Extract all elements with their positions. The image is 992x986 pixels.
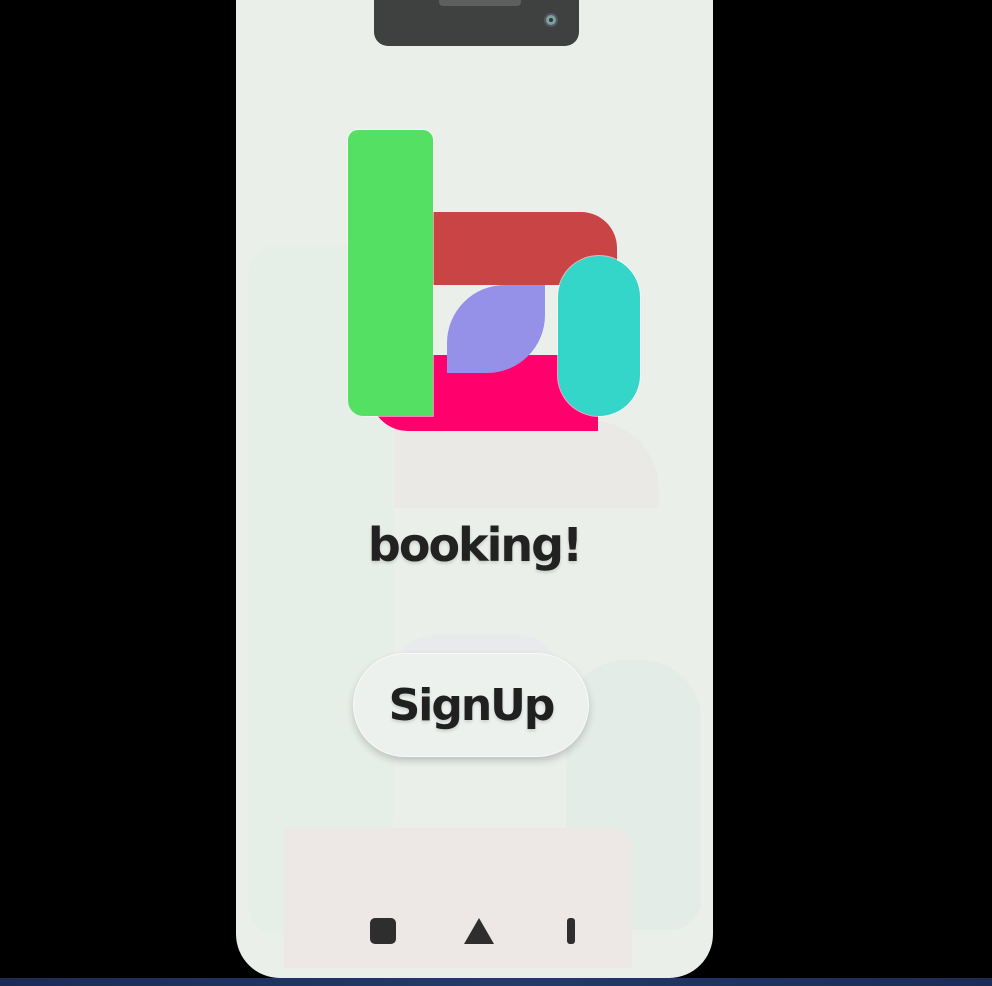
phone-screen: booking! SignUp xyxy=(236,0,713,978)
signup-button[interactable]: SignUp xyxy=(353,653,589,757)
logo-teal-shape xyxy=(558,256,640,416)
taskbar-strip xyxy=(0,978,992,986)
app-title: booking! xyxy=(367,518,583,572)
booking-logo-icon xyxy=(236,0,713,500)
recent-apps-icon[interactable] xyxy=(370,918,396,944)
home-icon[interactable] xyxy=(464,918,494,944)
back-icon[interactable] xyxy=(567,918,575,944)
logo-green-shape xyxy=(348,130,433,416)
system-navbar xyxy=(236,910,713,954)
